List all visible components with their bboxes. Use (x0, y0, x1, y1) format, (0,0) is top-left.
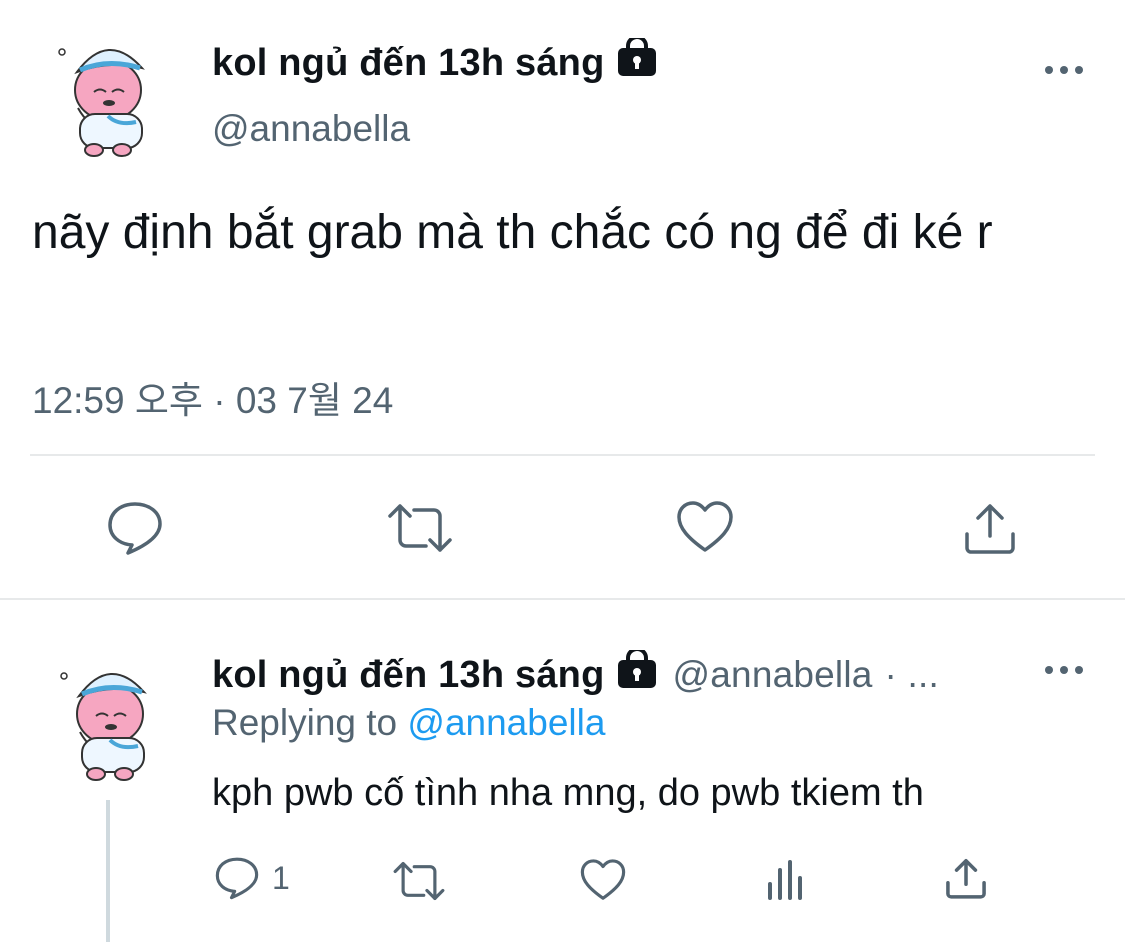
replying-to-label: Replying to (212, 702, 398, 743)
section-divider (0, 598, 1125, 600)
more-options-button[interactable] (1045, 66, 1083, 74)
share-button[interactable] (962, 500, 1018, 556)
dot (1060, 666, 1068, 674)
like-icon (677, 501, 733, 552)
author-avatar[interactable] (50, 30, 180, 160)
lock-icon (617, 647, 657, 700)
replying-to-line: Replying to @annabella (212, 702, 605, 744)
dot (1075, 66, 1083, 74)
reply-more-options-button[interactable] (1045, 666, 1083, 674)
divider (30, 454, 1095, 456)
retweet-icon (388, 504, 452, 552)
reply-button[interactable] (106, 500, 164, 556)
dot (1045, 66, 1053, 74)
reply-count: 1 (272, 859, 290, 896)
sleepy-character-avatar-icon (60, 672, 147, 781)
replying-to-mention[interactable]: @annabella (407, 702, 605, 743)
tweet-timestamp[interactable]: 12:59 오후 · 03 7월 24 (32, 370, 393, 424)
author-handle[interactable]: @annabella (212, 108, 410, 150)
reply-text: kph pwb cố tình nha mng, do pwb tkiem th (212, 772, 924, 814)
thread-connector-line (106, 800, 110, 942)
reply-icon (108, 502, 162, 555)
reply-retweet-button[interactable] (392, 860, 446, 902)
reply-author-name[interactable]: kol ngủ đến 13h sáng (212, 654, 605, 697)
tweet-text: nãy định bắt grab mà th chắc có ng để đi… (32, 206, 993, 259)
sleepy-character-avatar-icon (58, 48, 145, 157)
author-name-row[interactable]: kol ngủ đến 13h sáng (212, 35, 657, 88)
share-icon (965, 504, 1015, 554)
like-icon (580, 859, 626, 900)
reply-icon (215, 857, 259, 900)
share-icon (946, 858, 986, 899)
analytics-icon (768, 860, 802, 900)
reply-reply-button[interactable]: 1 (214, 856, 290, 900)
dot (1045, 666, 1053, 674)
reply-author-avatar[interactable] (52, 654, 182, 784)
lock-icon (617, 35, 657, 88)
reply-share-button[interactable] (944, 856, 988, 900)
reply-meta-suffix: · ... (884, 654, 939, 695)
dot (1060, 66, 1068, 74)
like-button[interactable] (676, 500, 734, 554)
author-name[interactable]: kol ngủ đến 13h sáng (212, 42, 605, 85)
dot (1075, 666, 1083, 674)
reply-author-row[interactable]: kol ngủ đến 13h sáng @annabella · ... (212, 647, 939, 700)
retweet-button[interactable] (386, 502, 454, 554)
retweet-icon (393, 861, 445, 901)
reply-analytics-button[interactable] (766, 858, 806, 902)
reply-author-handle[interactable]: @annabella (673, 654, 873, 696)
reply-like-button[interactable] (580, 858, 626, 902)
